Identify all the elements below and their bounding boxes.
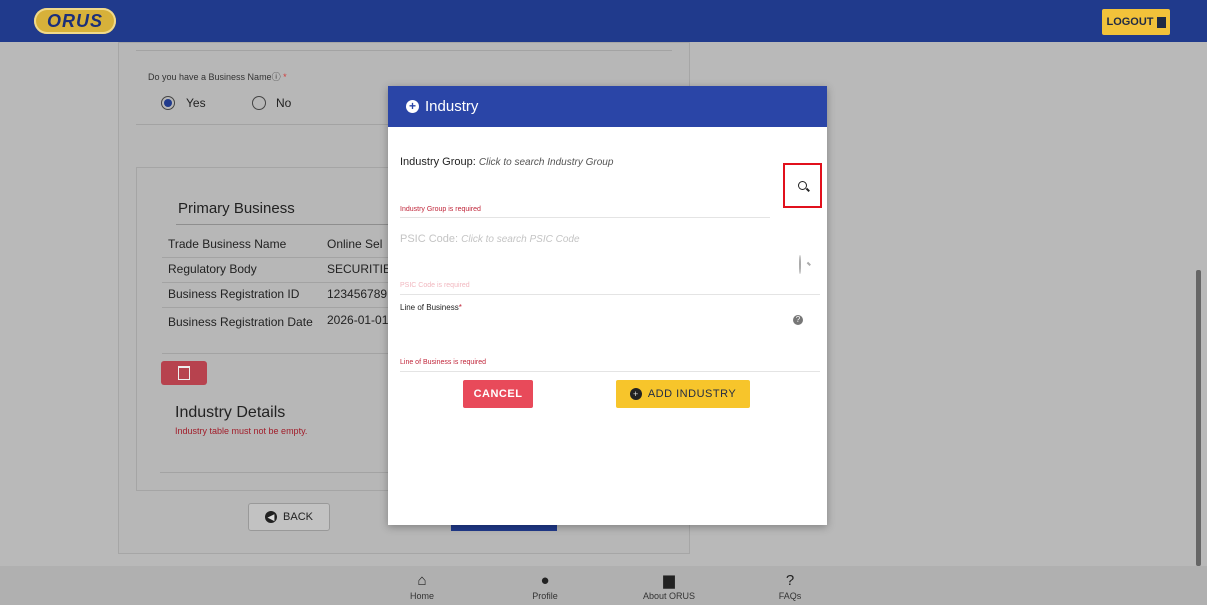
add-industry-button[interactable]: + ADD INDUSTRY [616, 380, 750, 408]
back-label: BACK [283, 511, 313, 523]
footer-item-home[interactable]: ⌂ Home [387, 572, 457, 601]
divider [162, 353, 388, 354]
footer-nav [0, 566, 1207, 605]
divider [400, 294, 820, 295]
help-icon: ⓘ [271, 72, 281, 82]
orus-logo[interactable]: ORUS [34, 8, 116, 34]
required-marker: * [283, 72, 287, 82]
business-name-question: Do you have a Business Nameⓘ * [148, 72, 287, 82]
industry-group-hint: Click to search Industry Group [478, 157, 614, 168]
modal-header: + Industry [388, 86, 827, 127]
psic-code-field[interactable]: PSIC Code: Click to search PSIC Code [400, 233, 580, 245]
arrow-left-icon: ◀ [265, 511, 278, 523]
divider [176, 224, 388, 225]
divider [160, 472, 388, 473]
footer-item-faqs[interactable]: ? FAQs [755, 572, 825, 601]
industry-details-title: Industry Details [175, 404, 286, 421]
row-label: Business Registration Date [168, 315, 313, 329]
question-icon: ? [785, 572, 795, 589]
row-label: Regulatory Body [168, 262, 257, 276]
trash-icon [178, 366, 190, 380]
psic-search-button[interactable] [799, 255, 801, 274]
logout-label: LOGOUT [1106, 16, 1154, 28]
row-value: SECURITIE [327, 262, 388, 276]
required-marker: * [458, 303, 462, 312]
footer-item-profile[interactable]: ● Profile [510, 572, 580, 601]
divider [162, 282, 388, 283]
lob-error: Line of Business is required [400, 359, 486, 366]
add-industry-label: ADD INDUSTRY [647, 388, 737, 400]
psic-label: PSIC Code: [400, 233, 459, 245]
logout-button[interactable]: LOGOUT [1102, 9, 1170, 35]
psic-error: PSIC Code is required [400, 282, 470, 289]
radio-yes[interactable] [161, 96, 175, 110]
plus-circle-icon: + [629, 388, 642, 400]
divider [162, 257, 388, 258]
modal-title: Industry [425, 98, 479, 115]
logout-icon [1156, 16, 1166, 28]
divider [136, 50, 672, 51]
next-button[interactable] [451, 525, 557, 531]
search-icon [799, 255, 801, 274]
row-value: Online Sel [327, 237, 383, 251]
help-icon[interactable]: ? [793, 315, 803, 325]
cancel-button[interactable]: CANCEL [463, 380, 533, 408]
footer-item-about[interactable]: ▆ About ORUS [634, 572, 704, 601]
psic-hint: Click to search PSIC Code [461, 234, 580, 245]
row-label: Trade Business Name [168, 237, 287, 251]
user-icon: ● [540, 572, 550, 589]
row-value: 2026-01-01 [327, 313, 388, 327]
search-icon [798, 181, 807, 190]
home-icon: ⌂ [417, 572, 427, 589]
scrollbar[interactable] [1196, 270, 1201, 566]
back-button[interactable]: ◀ BACK [248, 503, 330, 531]
divider [400, 371, 820, 372]
presentation-icon: ▆ [663, 572, 675, 589]
radio-no-label: No [276, 96, 292, 110]
row-label: Business Registration ID [168, 287, 300, 301]
row-value: 123456789 [327, 287, 388, 301]
line-of-business-field[interactable]: Line of Business* [400, 303, 462, 312]
industry-group-error: Industry Group is required [400, 206, 481, 213]
industry-group-label: Industry Group: [400, 156, 476, 168]
industry-modal: + Industry Industry Group: Click to sear… [388, 86, 827, 525]
top-bar [0, 0, 1207, 42]
plus-circle-icon: + [406, 100, 419, 113]
industry-details-error: Industry table must not be empty. [175, 426, 308, 436]
radio-no[interactable] [252, 96, 266, 110]
divider [162, 307, 388, 308]
radio-yes-label: Yes [186, 96, 206, 110]
industry-group-field[interactable]: Industry Group: Click to search Industry… [400, 156, 613, 168]
primary-business-title: Primary Business [178, 200, 295, 217]
delete-button[interactable] [161, 361, 207, 385]
divider [400, 217, 770, 218]
industry-group-search-button[interactable] [783, 163, 822, 208]
lob-label: Line of Business [400, 303, 459, 312]
